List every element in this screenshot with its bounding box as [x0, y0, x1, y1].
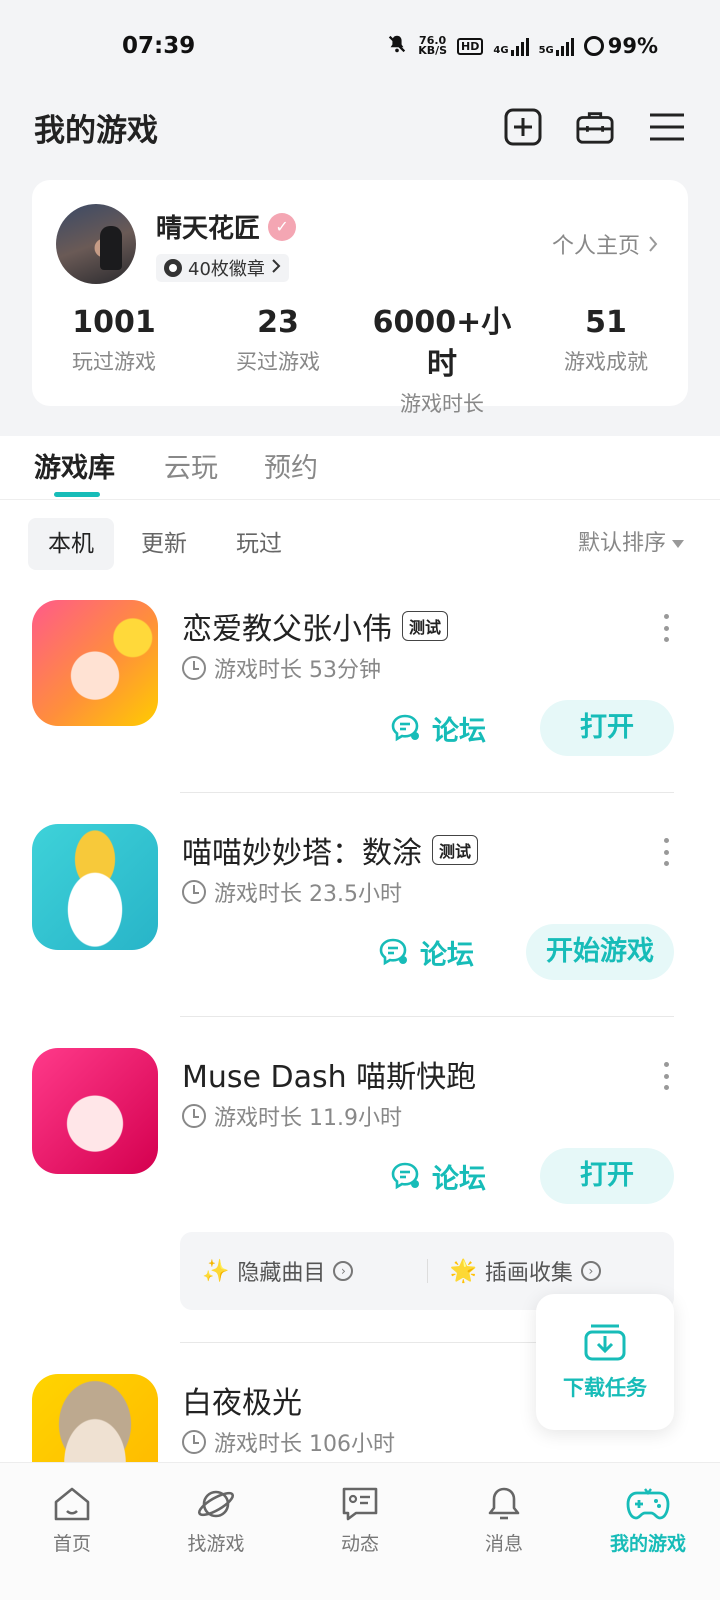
start-game-button[interactable]: 开始游戏	[526, 924, 674, 980]
menu-button[interactable]	[648, 108, 686, 146]
game-playtime: 游戏时长 106小时	[182, 1426, 395, 1458]
toolbox-button[interactable]	[576, 108, 614, 146]
stat-play-time[interactable]: 6000+小时 游戏时长	[360, 302, 524, 418]
open-button[interactable]: 打开	[540, 1148, 674, 1204]
circle-arrow-icon: ›	[333, 1261, 354, 1281]
username-text: 晴天花匠	[156, 214, 261, 244]
game-title: Muse Dash 喵斯快跑	[182, 1060, 477, 1095]
signal-4g-icon: 4G	[493, 36, 529, 56]
caret-down-icon	[672, 540, 684, 548]
circle-arrow-icon: ›	[580, 1261, 601, 1281]
bell-icon	[488, 1487, 520, 1520]
stat-achievements[interactable]: 51 游戏成就	[524, 302, 688, 418]
avatar[interactable]	[56, 204, 136, 284]
mute-icon	[386, 33, 408, 59]
forum-chat-icon	[391, 714, 419, 742]
badges-count: 40枚徽章	[188, 259, 265, 280]
clock-icon	[182, 1104, 206, 1128]
add-square-icon	[504, 108, 542, 146]
more-options-icon[interactable]	[664, 1062, 670, 1090]
status-bar: 07:39 76.0 KB/S HD 4G 5G 99%	[0, 0, 720, 92]
clock-icon	[182, 656, 206, 680]
more-options-icon[interactable]	[664, 614, 670, 642]
test-tag: 测试	[432, 835, 479, 865]
badges-button[interactable]: 40枚徽章	[156, 254, 289, 282]
nav-messages[interactable]: 消息	[432, 1463, 576, 1600]
game-icon[interactable]	[32, 1048, 158, 1174]
page-title: 我的游戏	[34, 112, 158, 149]
status-time: 07:39	[122, 33, 196, 59]
game-playtime: 游戏时长 23.5小时	[182, 876, 402, 908]
status-icons: 76.0 KB/S HD 4G 5G 99%	[386, 33, 658, 59]
planet-icon	[197, 1490, 235, 1518]
open-button[interactable]: 打开	[540, 700, 674, 756]
vip-badge-icon: ✓	[268, 212, 297, 241]
medal-icon	[164, 259, 182, 277]
hamburger-menu-icon	[650, 113, 684, 141]
game-icon[interactable]	[32, 824, 158, 950]
filter-row: 本机 更新 玩过 默认排序	[0, 518, 720, 570]
game-playtime: 游戏时长 11.9小时	[182, 1100, 402, 1132]
sort-dropdown[interactable]: 默认排序	[578, 518, 684, 570]
game-title: 恋爱教父张小伟 测试	[182, 604, 449, 648]
battery-indicator: 99%	[583, 34, 658, 58]
tab-cloud-play[interactable]: 云玩	[164, 446, 218, 485]
profile-card: 晴天花匠 ✓ 40枚徽章 个人主页 1001 玩过游戏 23 买过游戏 6000…	[32, 180, 688, 416]
tab-reservations[interactable]: 预约	[264, 446, 318, 485]
game-icon[interactable]	[32, 600, 158, 726]
illustration-collection-link[interactable]: 🌟 插画收集 ›	[428, 1255, 675, 1287]
hidden-tracks-link[interactable]: ✨ 隐藏曲目 ›	[180, 1255, 427, 1287]
forum-button[interactable]: 论坛	[390, 1148, 486, 1204]
test-tag: 测试	[402, 611, 449, 641]
profile-stats: 1001 玩过游戏 23 买过游戏 6000+小时 游戏时长 51 游戏成就	[32, 302, 688, 418]
nav-feed[interactable]: 动态	[288, 1463, 432, 1600]
signal-5g-icon: 5G	[539, 36, 574, 56]
nav-my-games[interactable]: 我的游戏	[576, 1463, 720, 1600]
chevron-right-icon	[649, 236, 658, 252]
forum-chat-icon	[391, 1162, 419, 1190]
clock-icon	[182, 1430, 206, 1454]
game-title: 白夜极光	[182, 1386, 302, 1421]
divider	[180, 792, 674, 793]
add-game-button[interactable]	[504, 108, 542, 146]
download-tasks-button[interactable]: 下载任务	[536, 1294, 674, 1430]
nav-home[interactable]: 首页	[0, 1463, 144, 1600]
sparkle-icon: ✨	[202, 1258, 230, 1284]
hd-icon: HD	[457, 37, 484, 55]
forum-chat-icon	[379, 938, 407, 966]
forum-button[interactable]: 论坛	[378, 924, 474, 980]
library-tabs: 游戏库 云玩 预约	[0, 436, 720, 500]
filter-updates[interactable]: 更新	[141, 518, 187, 570]
more-options-icon[interactable]	[664, 838, 670, 866]
personal-homepage-link[interactable]: 个人主页	[552, 228, 658, 260]
game-item[interactable]: 恋爱教父张小伟 测试 游戏时长 53分钟 论坛 打开	[0, 600, 720, 760]
download-tray-icon	[584, 1324, 626, 1361]
forum-button[interactable]: 论坛	[390, 700, 486, 756]
star-icon: 🌟	[449, 1258, 477, 1284]
game-item[interactable]: 喵喵妙妙塔：数涂 测试 游戏时长 23.5小时 论坛 开始游戏	[0, 824, 720, 984]
active-tab-indicator	[54, 492, 100, 497]
chevron-right-icon	[271, 258, 281, 279]
game-item[interactable]: Muse Dash 喵斯快跑 游戏时长 11.9小时 论坛 打开	[0, 1048, 720, 1208]
stat-bought-games[interactable]: 23 买过游戏	[196, 302, 360, 418]
clock-icon	[182, 880, 206, 904]
feed-message-icon	[342, 1487, 378, 1521]
bottom-navigation: 首页 找游戏 动态 消息 我的游戏	[0, 1462, 720, 1600]
filter-played[interactable]: 玩过	[236, 518, 282, 570]
home-icon	[54, 1487, 90, 1521]
battery-icon	[583, 36, 604, 56]
stat-played-games[interactable]: 1001 玩过游戏	[32, 302, 196, 418]
app-header: 我的游戏	[0, 92, 720, 162]
divider	[180, 1016, 674, 1017]
game-title: 喵喵妙妙塔：数涂 测试	[182, 828, 479, 872]
net-speed: 76.0 KB/S	[418, 34, 448, 57]
nav-find-games[interactable]: 找游戏	[144, 1463, 288, 1600]
username: 晴天花匠 ✓	[156, 208, 297, 245]
filter-local[interactable]: 本机	[28, 518, 114, 570]
toolbox-icon	[576, 112, 614, 144]
tab-game-library[interactable]: 游戏库	[34, 446, 115, 485]
game-playtime: 游戏时长 53分钟	[182, 652, 381, 684]
gamepad-icon	[626, 1488, 670, 1520]
